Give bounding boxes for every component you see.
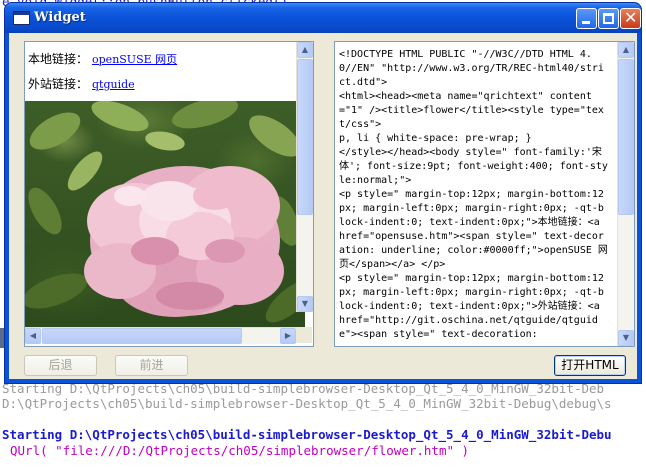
title-bar[interactable]: Widget ✕ [5,3,641,33]
scroll-down-button[interactable]: ▼ [297,296,313,312]
background-output-line: D:\QtProjects\ch05\build-simplebrowser-D… [2,396,612,411]
scrollbar-corner [296,327,312,343]
scroll-thumb[interactable] [297,59,313,215]
open-html-button[interactable]: 打开HTML [554,355,626,376]
html-source-editor[interactable]: <!DOCTYPE HTML PUBLIC "-//W3C//DTD HTML … [334,41,635,347]
local-link-label: 本地链接： [28,52,89,66]
source-vertical-scrollbar[interactable]: ▲ ▼ [617,42,634,346]
browser-vertical-scrollbar[interactable]: ▲ ▼ [296,42,313,312]
background-output-line: Starting D:\QtProjects\ch05\build-simple… [2,381,605,396]
html-browser-view[interactable]: 本地链接： openSUSE 网页 外站链接： qtguide ▲ ▼ ◀ ▶ [24,41,314,347]
scroll-right-button[interactable]: ▶ [280,328,296,344]
maximize-button[interactable] [598,8,619,29]
window-client-area: 本地链接： openSUSE 网页 外站链接： qtguide ▲ ▼ ◀ ▶ … [9,33,637,379]
background-output-line: Starting D:\QtProjects\ch05\build-simple… [2,427,612,442]
scroll-thumb[interactable] [618,59,634,215]
background-output-line: QUrl( "file:///D:/QtProjects/ch05/simple… [10,443,470,458]
forward-button[interactable]: 前进 [115,355,188,376]
window-title: Widget [34,10,86,25]
site-link-label: 外站链接： [28,77,89,91]
scroll-left-button[interactable]: ◀ [25,328,41,344]
browser-horizontal-scrollbar[interactable]: ◀ ▶ [25,327,296,344]
back-button[interactable]: 后退 [24,355,97,376]
horizontal-scroll-thumb[interactable] [42,328,242,344]
local-link-row: 本地链接： openSUSE 网页 [28,50,177,67]
local-link[interactable]: openSUSE 网页 [92,53,177,66]
flower-image [25,101,305,327]
maximize-icon [603,13,614,24]
close-icon: ✕ [624,8,638,27]
scroll-down-button[interactable]: ▼ [618,330,634,346]
site-link-row: 外站链接： qtguide [28,75,135,92]
site-link[interactable]: qtguide [92,78,135,91]
scroll-up-button[interactable]: ▲ [618,42,634,58]
widget-window: Widget ✕ 本地链接：openSUSE 网页 外站链接：qtguide [5,3,641,383]
scroll-up-button[interactable]: ▲ [297,42,313,58]
minimize-button[interactable] [576,8,597,29]
close-button[interactable]: ✕ [620,8,641,29]
minimize-icon [582,21,590,24]
html-source-text[interactable]: <!DOCTYPE HTML PUBLIC "-//W3C//DTD HTML … [339,48,609,342]
flower-image-drawing [25,101,305,323]
window-app-icon[interactable] [13,11,30,25]
